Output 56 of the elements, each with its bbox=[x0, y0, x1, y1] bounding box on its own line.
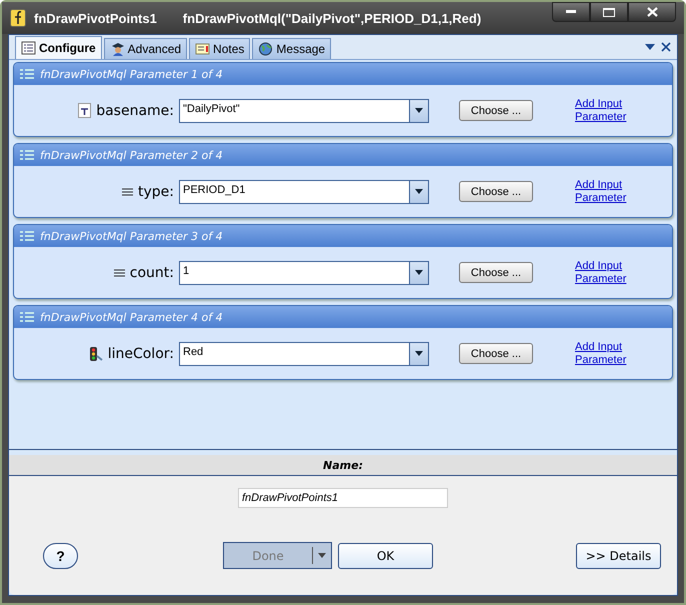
choose-button[interactable]: Choose ... bbox=[459, 100, 533, 121]
caret-icon bbox=[415, 108, 423, 113]
tab[interactable]: Configure bbox=[15, 36, 102, 59]
parameter-label: count: bbox=[130, 264, 174, 280]
list-icon bbox=[21, 41, 36, 55]
tab[interactable]: Notes bbox=[189, 38, 250, 59]
add-parameter-link[interactable]: Add Input Parameter bbox=[575, 260, 635, 286]
caret-icon bbox=[415, 351, 423, 356]
parameter-label: type: bbox=[138, 184, 174, 200]
globe-icon bbox=[258, 42, 274, 56]
ok-button[interactable]: OK bbox=[338, 542, 433, 568]
add-parameter-link[interactable]: Add Input Parameter bbox=[575, 178, 635, 204]
panel-title: fnDrawPivotMql Parameter 3 of 4 bbox=[40, 230, 223, 242]
maximize-icon bbox=[603, 8, 615, 16]
name-heading: Name: bbox=[323, 458, 363, 472]
window-subtitle: fnDrawPivotMql("DailyPivot",PERIOD_D1,1,Red) bbox=[182, 10, 482, 26]
panel-title: fnDrawPivotMql Parameter 4 of 4 bbox=[40, 310, 223, 324]
choose-button[interactable]: Choose ... bbox=[459, 262, 533, 283]
maximize-button[interactable] bbox=[590, 2, 628, 22]
lines-icon bbox=[122, 188, 133, 196]
note-icon bbox=[195, 42, 210, 56]
list-icon bbox=[20, 150, 34, 160]
list-icon bbox=[20, 68, 34, 80]
panel-title: fnDrawPivotMql Parameter 1 of 4 bbox=[40, 68, 223, 80]
function-icon bbox=[10, 9, 26, 27]
help-button[interactable]: ? bbox=[43, 542, 78, 568]
tab[interactable]: Advanced bbox=[104, 38, 188, 59]
choose-button[interactable]: Choose ... bbox=[459, 343, 533, 364]
value-dropdown[interactable]: "DailyPivot" bbox=[179, 98, 429, 122]
list-icon bbox=[20, 312, 34, 322]
minimize-button[interactable] bbox=[552, 2, 590, 22]
caret-icon bbox=[415, 270, 423, 275]
add-parameter-link[interactable]: Add Input Parameter bbox=[575, 98, 635, 124]
caret-icon bbox=[318, 553, 326, 558]
panel-title: fnDrawPivotMql Parameter 2 of 4 bbox=[40, 148, 223, 162]
text-icon bbox=[78, 103, 92, 118]
value-dropdown[interactable]: 1 bbox=[179, 260, 429, 284]
minimize-icon bbox=[566, 10, 576, 14]
close-icon[interactable] bbox=[661, 42, 671, 52]
parameter-label: lineColor: bbox=[108, 346, 174, 362]
list-icon bbox=[20, 230, 34, 242]
choose-button[interactable]: Choose ... bbox=[459, 181, 533, 202]
tab[interactable]: Message bbox=[252, 38, 332, 59]
figure-icon bbox=[110, 42, 125, 56]
details-button[interactable]: >> Details bbox=[576, 542, 661, 568]
parameter-label: basename: bbox=[96, 102, 174, 118]
caret-icon bbox=[415, 189, 423, 194]
close-button[interactable] bbox=[628, 2, 676, 22]
lines-icon bbox=[114, 268, 125, 276]
name-field[interactable]: fnDrawPivotPoints1 bbox=[238, 488, 448, 508]
close-icon bbox=[646, 7, 658, 17]
value-dropdown[interactable]: PERIOD_D1 bbox=[179, 180, 429, 204]
dropdown-icon[interactable] bbox=[645, 44, 655, 50]
window-title: fnDrawPivotPoints1 bbox=[34, 10, 157, 26]
add-parameter-link[interactable]: Add Input Parameter bbox=[575, 340, 635, 366]
value-dropdown[interactable]: Red bbox=[179, 342, 429, 366]
